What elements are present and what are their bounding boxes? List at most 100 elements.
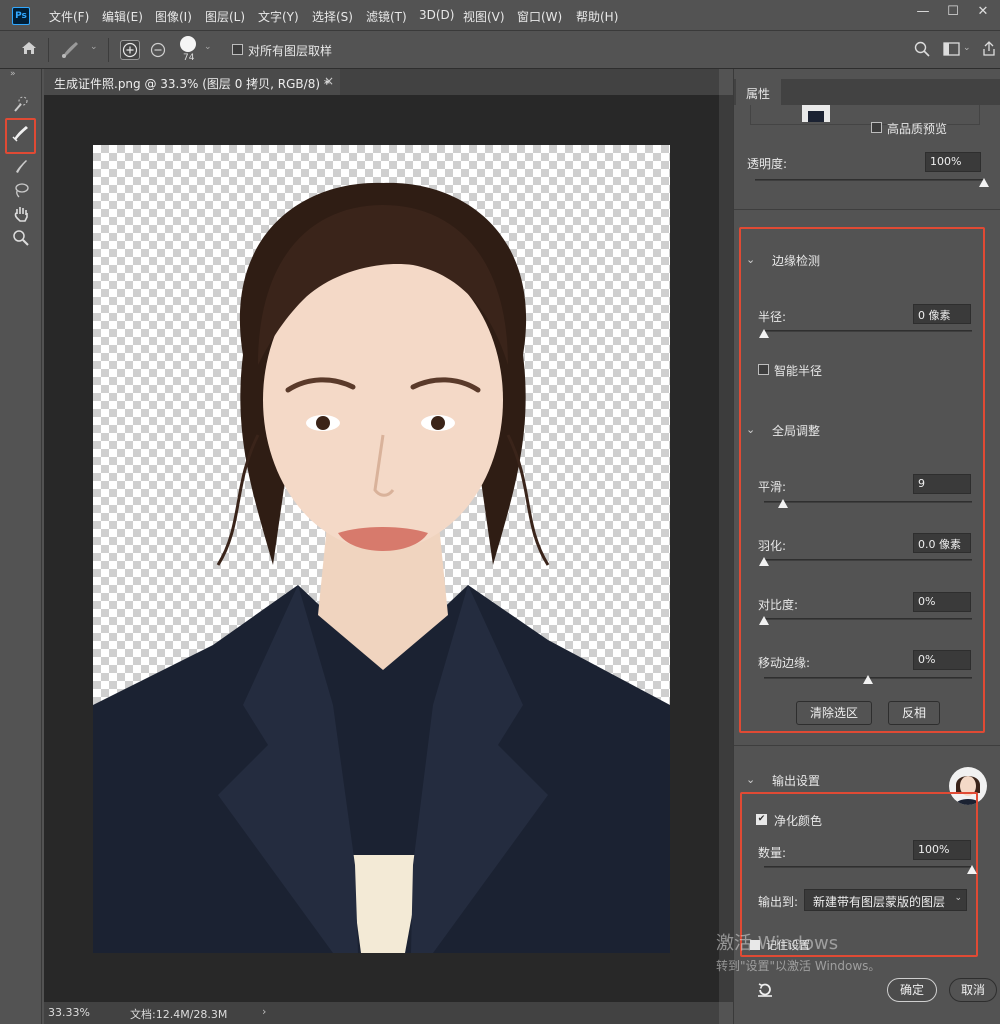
clear-selection-button[interactable]: 清除选区 [796, 701, 872, 725]
close-tab-icon[interactable]: × [324, 74, 334, 88]
brush-preview-icon[interactable] [180, 36, 196, 52]
edge-detection-heading[interactable]: 边缘检测 [772, 252, 820, 269]
opacity-label: 透明度: [747, 157, 788, 171]
feather-slider[interactable] [764, 559, 972, 561]
chevron-down-icon[interactable]: ⌄ [204, 42, 212, 52]
menu-file[interactable]: 文件(F) [49, 8, 89, 25]
chevron-down-icon[interactable]: ⌄ [746, 773, 755, 786]
output-settings-heading[interactable]: 输出设置 [772, 772, 820, 789]
document-title: 生成证件照.png @ 33.3% (图层 0 拷贝, RGB/8) * [54, 77, 330, 91]
divider [734, 209, 1000, 210]
document-image[interactable] [93, 145, 670, 953]
invert-button[interactable]: 反相 [888, 701, 940, 725]
ok-button[interactable]: 确定 [887, 978, 937, 1002]
divider [734, 745, 1000, 746]
lasso-icon[interactable] [8, 181, 34, 205]
opacity-field[interactable]: 100% [925, 152, 981, 172]
smart-radius-checkbox[interactable] [758, 364, 769, 375]
hand-icon[interactable] [8, 205, 34, 229]
high-quality-preview-label: 高品质预览 [887, 122, 948, 136]
smooth-slider-thumb[interactable] [777, 499, 788, 508]
radius-field[interactable]: 0 像素 [913, 304, 971, 324]
smooth-field[interactable]: 9 [913, 474, 971, 494]
document-tab[interactable]: 生成证件照.png @ 33.3% (图层 0 拷贝, RGB/8) * × [44, 69, 340, 95]
feather-slider-thumb[interactable] [759, 557, 769, 566]
smooth-label: 平滑: [758, 480, 787, 494]
amount-slider-thumb[interactable] [967, 865, 977, 874]
separator [48, 38, 49, 62]
vertical-scrollbar[interactable] [719, 95, 733, 1002]
portrait-photo [93, 182, 670, 953]
chevron-down-icon[interactable]: ⌄ [746, 423, 755, 436]
shift-edge-label: 移动边缘: [758, 656, 811, 670]
decontaminate-colors-label: 净化颜色 [774, 814, 823, 828]
shift-edge-slider-thumb[interactable] [863, 675, 873, 684]
brush-size-value: 74 [183, 53, 195, 63]
radius-slider[interactable] [764, 330, 972, 332]
refine-brush-icon[interactable] [60, 39, 82, 62]
global-refinements-heading[interactable]: 全局调整 [772, 422, 820, 439]
canvas-area[interactable] [44, 95, 719, 1002]
tools-panel: » [0, 69, 42, 1024]
search-icon[interactable] [914, 41, 930, 60]
menu-select[interactable]: 选择(S) [312, 8, 353, 25]
activation-watermark-title: 激活 Windows [716, 933, 839, 954]
chevron-right-icon[interactable]: › [262, 1005, 266, 1018]
menu-3d[interactable]: 3D(D) [419, 8, 454, 22]
opacity-slider-thumb[interactable] [979, 178, 989, 187]
amount-label: 数量: [758, 846, 787, 860]
amount-field[interactable]: 100% [913, 840, 971, 860]
menu-help[interactable]: 帮助(H) [576, 8, 618, 25]
feather-field[interactable]: 0.0 像素 [913, 533, 971, 553]
radius-slider-thumb[interactable] [759, 329, 769, 338]
zoom-level[interactable]: 33.33% [48, 1006, 90, 1019]
home-icon[interactable] [20, 39, 38, 60]
decontaminate-colors-checkbox[interactable]: ✔ [756, 814, 767, 825]
chevron-down-icon[interactable]: ⌄ [90, 42, 98, 52]
chevron-down-icon[interactable]: ⌄ [746, 253, 755, 266]
quick-selection-icon[interactable] [8, 95, 34, 119]
refine-edge-brush-icon[interactable] [8, 123, 34, 147]
menu-view[interactable]: 视图(V) [463, 8, 505, 25]
document-info: 文档:12.4M/28.3M [130, 1008, 228, 1021]
menu-type[interactable]: 文字(Y) [258, 8, 299, 25]
maximize-button[interactable]: ☐ [938, 4, 968, 24]
panel-tab-properties[interactable]: 属性 [736, 79, 781, 105]
options-bar: ⌄ 74 ⌄ 对所有图层取样 ⌄ [0, 31, 1000, 69]
amount-slider[interactable] [764, 866, 972, 868]
share-icon[interactable] [982, 41, 996, 60]
chevron-down-icon[interactable]: ⌄ [963, 43, 971, 53]
sample-all-layers-checkbox[interactable] [232, 44, 243, 55]
zoom-icon[interactable] [8, 229, 34, 253]
view-thumbnail[interactable] [802, 105, 830, 122]
smooth-slider[interactable] [764, 501, 972, 503]
close-button[interactable]: ✕ [968, 4, 998, 24]
brush-icon[interactable] [8, 157, 34, 181]
menu-window[interactable]: 窗口(W) [517, 8, 562, 25]
opacity-slider[interactable] [755, 179, 984, 181]
radius-label: 半径: [758, 310, 787, 324]
document-tabs: 生成证件照.png @ 33.3% (图层 0 拷贝, RGB/8) * × [44, 69, 719, 95]
cancel-button[interactable]: 取消 [949, 978, 997, 1002]
menu-edit[interactable]: 编辑(E) [102, 8, 143, 25]
menu-layer[interactable]: 图层(L) [205, 8, 245, 25]
menu-image[interactable]: 图像(I) [155, 8, 192, 25]
minimize-button[interactable]: — [908, 4, 938, 24]
subtract-mode-icon[interactable] [149, 41, 167, 62]
properties-panel: 属性 高品质预览 透明度: 100% ⌄ 边缘检测 半径: 0 像素 智能半径 … [733, 69, 1000, 1024]
contrast-slider-thumb[interactable] [759, 616, 769, 625]
add-mode-icon[interactable] [120, 40, 140, 60]
contrast-slider[interactable] [764, 618, 972, 620]
output-to-value: 新建带有图层蒙版的图层 [813, 895, 946, 909]
high-quality-preview-checkbox[interactable] [871, 122, 882, 133]
workspace-icon[interactable] [943, 41, 961, 60]
shift-edge-field[interactable]: 0% [913, 650, 971, 670]
menu-filter[interactable]: 滤镜(T) [366, 8, 407, 25]
output-to-select[interactable]: 新建带有图层蒙版的图层 ⌄ [804, 889, 967, 911]
activation-watermark-subtitle: 转到"设置"以激活 Windows。 [716, 959, 881, 973]
reset-icon[interactable] [756, 981, 774, 1002]
collapse-icon[interactable]: » [10, 69, 16, 79]
contrast-field[interactable]: 0% [913, 592, 971, 612]
chevron-down-icon: ⌄ [954, 893, 962, 903]
menu-bar: Ps 文件(F) 编辑(E) 图像(I) 图层(L) 文字(Y) 选择(S) 滤… [0, 0, 1000, 31]
